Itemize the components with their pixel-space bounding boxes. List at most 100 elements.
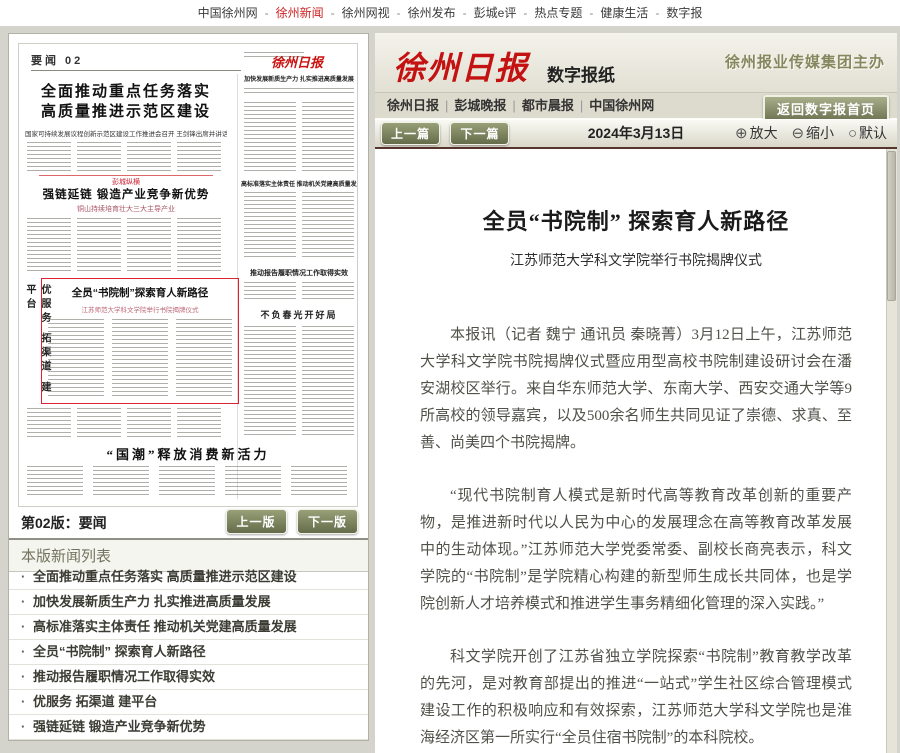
thumb-main-subhead: 国家可持续发展议程创新示范区建设工作推进会召开 王剑锋出席并讲话 [25, 128, 227, 138]
zoom-in-control[interactable]: ⊕放大 [735, 125, 778, 141]
thumb-text-block [77, 218, 121, 274]
zoom-in-label: 放大 [750, 125, 778, 141]
thumb-bottom-headline: “国潮”释放消费新活力 [49, 444, 327, 463]
article-body: 本报讯（记者 魏宁 通讯员 秦晓菁）3月12日上午，江苏师范大学科文学院书院揭牌… [420, 322, 852, 753]
article-toolbar: 2024年3月13日 上一篇 下一篇 ⊕放大 ⊖缩小 ○默认 [375, 119, 897, 150]
next-page-button[interactable]: 下一版 [297, 509, 358, 534]
news-list-item[interactable]: 全员“书院制” 探索育人新路径 [9, 640, 368, 665]
zoom-reset-icon: ○ [848, 125, 857, 142]
zoom-reset-control[interactable]: ○默认 [848, 125, 887, 141]
thumb-report-headline: 推动报告履职情况工作取得实效 [244, 268, 354, 278]
thumb-text-block [112, 319, 168, 397]
prev-article-button[interactable]: 上一篇 [381, 122, 440, 145]
thumb-text-block [291, 466, 347, 498]
digital-newspaper-page: 中国徐州网-徐州新闻-徐州网视-徐州发布-彭城e评-热点专题-健康生活-数字报 … [0, 0, 900, 753]
thumb-rule [31, 70, 241, 71]
site-nav-item[interactable]: 徐州发布 [408, 6, 456, 20]
newspaper-logo[interactable]: 徐州日报 [393, 43, 529, 89]
thumb-text-block [302, 192, 354, 260]
thumb-text-block [177, 142, 221, 172]
news-list-item[interactable]: 推动报告履职情况工作取得实效 [9, 665, 368, 690]
article-scrollbar[interactable] [886, 149, 897, 753]
thumb-text-block [77, 408, 121, 440]
zoom-out-control[interactable]: ⊖缩小 [791, 125, 834, 141]
back-to-home-button[interactable]: 返回数字报首页 [763, 95, 889, 122]
thumb-section-label: 要闻 02 [31, 52, 83, 68]
thumb-text-block [27, 218, 71, 274]
site-nav-item[interactable]: 中国徐州网 [198, 6, 258, 20]
thumb-text-block [127, 218, 171, 274]
thumb-text-block [177, 218, 221, 274]
thumb-chain-headline: 强链延链 锻造产业竞争新优势 [27, 186, 225, 202]
thumb-current-article-highlight[interactable]: 全员“书院制”探索育人新路径 江苏师范大学科文学院举行书院揭牌仪式 [41, 278, 239, 404]
site-nav-item-active[interactable]: 徐州新闻 [276, 6, 324, 20]
thumb-text-block [127, 408, 171, 440]
scrollbar-thumb[interactable] [887, 151, 896, 301]
prev-page-button[interactable]: 上一版 [226, 509, 287, 534]
thumb-highlight-subhead: 江苏师范大学科文学院举行书院揭牌仪式 [42, 304, 238, 314]
publication-link[interactable]: 彭城晚报 [454, 98, 506, 113]
thumb-text-block [176, 319, 232, 397]
nav-separator: - [265, 6, 269, 20]
publication-link[interactable]: 中国徐州网 [589, 98, 654, 113]
publication-nav-row: 徐州日报 | 彭城晚报 | 都市晨报 | 中国徐州网 返回数字报首页 [375, 93, 897, 119]
thumb-text-block [302, 326, 354, 438]
thumb-main-headline-line1: 全面推动重点任务落实 [27, 82, 225, 102]
thumb-highlight-headline: 全员“书院制”探索育人新路径 [42, 285, 238, 300]
thumb-text-block [77, 142, 121, 172]
masthead-band: 徐州日报 数字报纸 徐州报业传媒集团主办 [375, 33, 897, 93]
article-area: 全员“书院制” 探索育人新路径 江苏师范大学科文学院举行书院揭牌仪式 本报讯（记… [375, 149, 897, 753]
site-nav-item[interactable]: 彭城e评 [474, 6, 517, 20]
thumb-text-block [244, 88, 354, 96]
thumb-text-block [244, 192, 296, 260]
news-list-item[interactable]: 全面推动重点任务落实 高质量推进示范区建设 [9, 565, 368, 590]
thumb-text-block [48, 319, 104, 397]
zoom-out-label: 缩小 [806, 125, 834, 141]
thumb-text-block [127, 142, 171, 172]
page-nav-row: 第02版：要闻 上一版 下一版 [9, 508, 368, 536]
site-nav-item[interactable]: 徐州网视 [342, 6, 390, 20]
thumb-text-block [93, 466, 149, 498]
news-list-item[interactable]: 高标准落实主体责任 推动机关党建高质量发展 [9, 615, 368, 640]
subnav-separator: | [445, 98, 448, 113]
site-nav-item[interactable]: 热点专题 [534, 6, 582, 20]
news-list-item[interactable]: 强链延链 锻造产业竞争新优势 [9, 715, 368, 740]
article-subtitle: 江苏师范大学科文学院举行书院揭牌仪式 [420, 250, 852, 270]
nav-separator: - [523, 6, 527, 20]
news-list-item[interactable]: 优服务 拓渠道 建平台 [9, 690, 368, 715]
site-nav-item[interactable]: 健康生活 [600, 6, 648, 20]
newspaper-page-thumbnail[interactable]: 要闻 02 徐州日报 全面推动重点任务落实 高质量推进示范区建设 国家可持续发展… [18, 43, 358, 507]
publication-link[interactable]: 徐州日报 [387, 98, 439, 113]
thumb-text-block [225, 466, 281, 498]
thumb-text-block [302, 102, 354, 172]
nav-separator: - [655, 6, 659, 20]
nav-separator: - [589, 6, 593, 20]
zoom-in-icon: ⊕ [735, 125, 748, 142]
article-paragraph: 本报讯（记者 魏宁 通讯员 秦晓菁）3月12日上午，江苏师范大学科文学院书院揭牌… [420, 322, 852, 457]
thumb-masthead: 徐州日报 [271, 52, 323, 71]
thumb-text-block [177, 408, 221, 440]
page-label: 第02版：要闻 [21, 513, 107, 533]
site-nav: 中国徐州网-徐州新闻-徐州网视-徐州发布-彭城e评-热点专题-健康生活-数字报 [0, 0, 900, 26]
publication-link[interactable]: 都市晨报 [522, 98, 574, 113]
next-article-button[interactable]: 下一篇 [450, 122, 509, 145]
article-paragraph: “现代书院制育人模式是新时代高等教育改革创新的重要产物，是推进新时代以人民为中心… [420, 483, 852, 618]
zoom-reset-label: 默认 [859, 125, 887, 141]
zoom-out-icon: ⊖ [791, 125, 804, 142]
thumb-text-block [159, 466, 215, 498]
left-panel: 要闻 02 徐州日报 全面推动重点任务落实 高质量推进示范区建设 国家可持续发展… [8, 33, 369, 741]
news-list-item[interactable]: 加快发展新质生产力 扎实推进高质量发展 [9, 590, 368, 615]
thumb-right-lower-headline: 不负春光开好局 [244, 308, 354, 321]
thumb-text-block [27, 142, 71, 172]
subnav-separator: | [580, 98, 583, 113]
thumb-chain-subhead: 铜山持续培育壮大三大主导产业 [27, 204, 225, 214]
thumb-text-block [302, 282, 354, 302]
nav-separator: - [463, 6, 467, 20]
thumb-right-top-headline: 加快发展新质生产力 扎实推进高质量发展 [244, 74, 354, 83]
site-nav-item[interactable]: 数字报 [666, 6, 702, 20]
article-title: 全员“书院制” 探索育人新路径 [420, 204, 852, 236]
sponsor-label: 徐州报业传媒集团主办 [725, 51, 885, 72]
thumb-text-block [244, 326, 296, 438]
digital-edition-label: 数字报纸 [547, 61, 615, 86]
subnav-separator: | [512, 98, 515, 113]
